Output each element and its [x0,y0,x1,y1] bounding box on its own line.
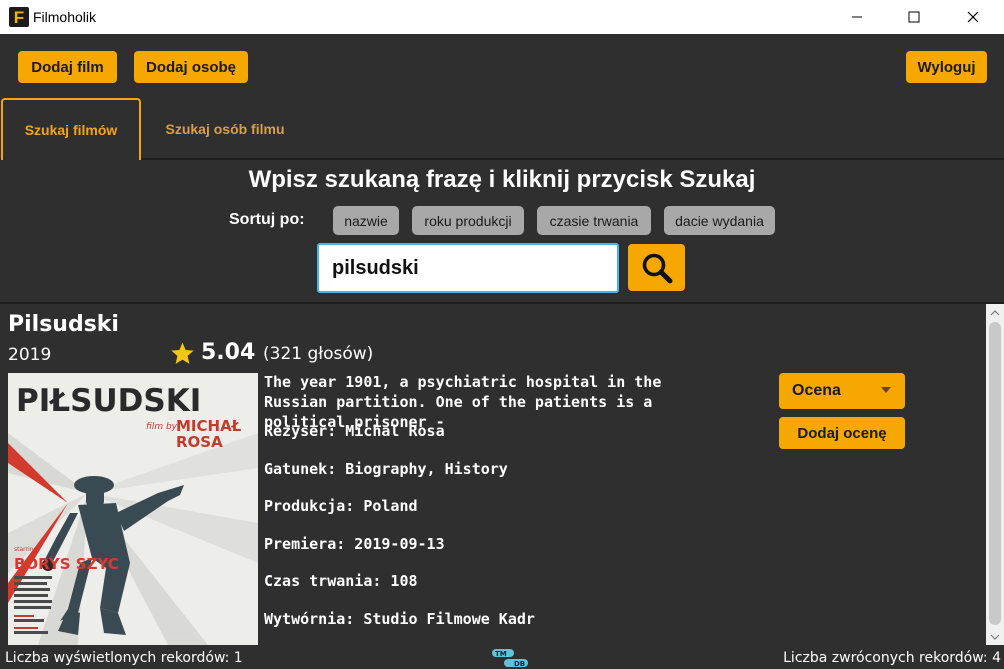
star-icon [171,342,194,364]
poster-film-by: film by [146,422,178,432]
tab-search-persons[interactable]: Szukaj osób filmu [150,98,300,160]
movie-title[interactable]: Pilsudski [8,312,119,337]
votes-count: (321 głosów) [263,344,374,364]
result-list: Pilsudski 2019 5.04 (321 głosów) PIŁSUDS… [0,304,986,645]
tab-search-films[interactable]: Szukaj filmów [1,98,141,160]
minimize-icon [852,16,862,18]
poster-lead-actor: BORYS SZYC [14,555,119,573]
sort-by-release-button[interactable]: dacie wydania [664,206,775,235]
app-logo-icon: F [9,7,29,27]
rating-dropdown[interactable]: Ocena [779,373,905,409]
chevron-down-icon [990,634,1000,640]
poster-title-text: PIŁSUDSKI [16,383,201,419]
chevron-up-icon [990,309,1000,315]
movie-premiere: Premiera: 2019-09-13 [264,535,445,553]
tmdb-logo-icon: TM DB [492,649,528,668]
sort-by-year-button[interactable]: roku produkcji [412,206,524,235]
search-icon [642,253,672,283]
tmdb-text-bottom: DB [514,660,525,668]
poster-art: PIŁSUDSKI film by MICHAŁ ROSA starring B… [8,373,258,645]
sort-by-duration-button[interactable]: czasie trwania [537,206,651,235]
poster-director-last: ROSA [176,433,223,451]
chevron-down-icon [881,387,891,393]
close-icon [967,11,979,23]
movie-year: 2019 [8,345,52,365]
logout-button[interactable]: Wyloguj [906,51,987,83]
scroll-up-button[interactable] [986,304,1004,321]
displayed-records-count: Liczba wyświetlonych rekordów: 1 [5,650,243,666]
close-button[interactable] [950,0,996,34]
movie-poster: PIŁSUDSKI film by MICHAŁ ROSA starring B… [8,373,258,645]
tmdb-text-top: TM [495,650,507,658]
movie-studio: Wytwórnia: Studio Filmowe Kadr [264,610,535,628]
search-input[interactable] [317,243,619,293]
maximize-icon [908,11,920,23]
movie-duration: Czas trwania: 108 [264,572,418,590]
minimize-button[interactable] [834,0,880,34]
add-film-button[interactable]: Dodaj film [18,51,117,83]
movie-production: Produkcja: Poland [264,497,418,515]
rating-value: 5.04 [201,340,256,365]
poster-starring: starring [14,546,37,553]
sort-label: Sortuj po: [229,211,305,228]
app-logo-letter: F [13,7,25,27]
vertical-scrollbar[interactable] [986,304,1004,645]
rating-dropdown-label: Ocena [792,382,841,399]
search-button[interactable] [628,244,685,291]
scroll-thumb[interactable] [989,322,1001,625]
scroll-down-button[interactable] [986,628,1004,645]
maximize-button[interactable] [891,0,937,34]
window-title: Filmoholik [33,9,97,25]
add-rating-button[interactable]: Dodaj ocenę [779,417,905,449]
movie-director: Reżyser: Michal Rosa [264,422,445,440]
add-person-button[interactable]: Dodaj osobę [134,51,248,83]
search-heading: Wpisz szukaną frazę i kliknij przycisk S… [248,166,756,193]
active-tab-gap [1,157,141,160]
returned-records-count: Liczba zwróconych rekordów: 4 [783,650,1001,666]
movie-genre: Gatunek: Biography, History [264,460,508,478]
sort-by-name-button[interactable]: nazwie [333,206,399,235]
title-bar: F Filmoholik [0,0,1004,34]
